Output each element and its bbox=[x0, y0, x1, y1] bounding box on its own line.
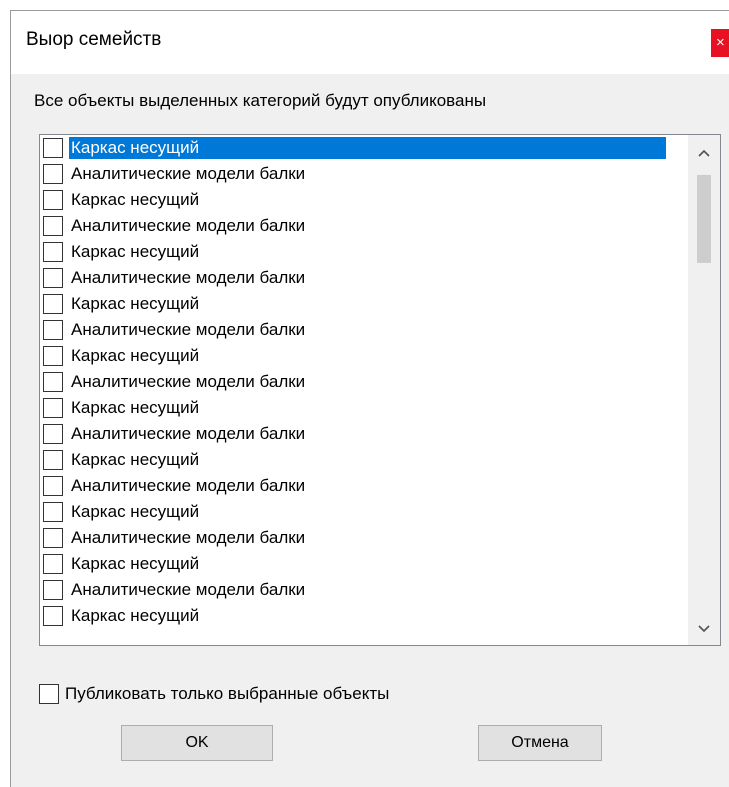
list-item-checkbox[interactable] bbox=[43, 138, 63, 158]
publish-selected-only-checkbox[interactable] bbox=[39, 684, 59, 704]
list-item[interactable]: Каркас несущий bbox=[40, 447, 203, 473]
list-item-checkbox[interactable] bbox=[43, 294, 63, 314]
list-item-label: Аналитические модели балки bbox=[71, 216, 306, 235]
list-item-label: Аналитические модели балки bbox=[71, 164, 306, 183]
publish-selected-only-option[interactable]: Публиковать только выбранные объекты bbox=[39, 684, 389, 704]
cancel-button[interactable]: Отмена bbox=[478, 725, 602, 761]
list-item[interactable]: Каркас несущий bbox=[40, 135, 666, 161]
list-item-checkbox[interactable] bbox=[43, 268, 63, 288]
list-item-label: Каркас несущий bbox=[71, 398, 200, 417]
family-selection-dialog: Выор семейств × Все объекты выделенных к… bbox=[10, 10, 729, 787]
list-item[interactable]: Каркас несущий bbox=[40, 343, 203, 369]
list-item-checkbox[interactable] bbox=[43, 242, 63, 262]
list-item-checkbox[interactable] bbox=[43, 346, 63, 366]
list-item-checkbox[interactable] bbox=[43, 372, 63, 392]
category-list[interactable]: Каркас несущий Аналитические модели балки… bbox=[39, 134, 721, 646]
list-item-label: Аналитические модели балки bbox=[71, 268, 306, 287]
list-item[interactable]: Аналитические модели балки bbox=[40, 317, 309, 343]
list-item-label: Аналитические модели балки bbox=[71, 528, 306, 547]
list-item-label: Каркас несущий bbox=[71, 502, 200, 521]
list-item-checkbox[interactable] bbox=[43, 554, 63, 574]
close-button[interactable]: × bbox=[711, 29, 729, 57]
scroll-down-button[interactable] bbox=[688, 613, 720, 645]
list-item-label: Каркас несущий bbox=[71, 242, 200, 261]
list-item-checkbox[interactable] bbox=[43, 398, 63, 418]
list-item-label: Каркас несущий bbox=[71, 554, 200, 573]
close-icon: × bbox=[716, 34, 725, 51]
list-item[interactable]: Аналитические модели балки bbox=[40, 265, 309, 291]
list-item-label: Каркас несущий bbox=[71, 346, 200, 365]
list-item[interactable]: Каркас несущий bbox=[40, 603, 203, 629]
list-item-checkbox[interactable] bbox=[43, 476, 63, 496]
list-item-label: Каркас несущий bbox=[71, 606, 200, 625]
description-text: Все объекты выделенных категорий будут о… bbox=[34, 91, 487, 110]
list-item-checkbox[interactable] bbox=[43, 606, 63, 626]
list-item-checkbox[interactable] bbox=[43, 502, 63, 522]
list-item-checkbox[interactable] bbox=[43, 450, 63, 470]
list-item-checkbox[interactable] bbox=[43, 580, 63, 600]
list-item-label: Каркас несущий bbox=[71, 294, 200, 313]
list-item[interactable]: Аналитические модели балки bbox=[40, 369, 309, 395]
chevron-up-icon bbox=[698, 149, 710, 157]
list-item[interactable]: Каркас несущий bbox=[40, 499, 203, 525]
list-item-label: Аналитические модели балки bbox=[71, 580, 306, 599]
list-item[interactable]: Аналитические модели балки bbox=[40, 577, 309, 603]
vertical-scrollbar[interactable] bbox=[688, 135, 720, 645]
ok-button[interactable]: OK bbox=[121, 725, 273, 761]
title-bar[interactable]: Выор семейств × bbox=[11, 11, 729, 74]
list-item-label: Аналитические модели балки bbox=[71, 424, 306, 443]
list-item-label: Аналитические модели балки bbox=[71, 372, 306, 391]
list-item[interactable]: Каркас несущий bbox=[40, 551, 203, 577]
list-item[interactable]: Каркас несущий bbox=[40, 239, 203, 265]
list-item-label: Каркас несущий bbox=[71, 190, 200, 209]
list-item-checkbox[interactable] bbox=[43, 216, 63, 236]
list-item[interactable]: Каркас несущий bbox=[40, 187, 203, 213]
list-item-checkbox[interactable] bbox=[43, 164, 63, 184]
list-item[interactable]: Аналитические модели балки bbox=[40, 161, 309, 187]
scroll-thumb[interactable] bbox=[697, 175, 711, 263]
list-item[interactable]: Аналитические модели балки bbox=[40, 473, 309, 499]
list-item[interactable]: Каркас несущий bbox=[40, 291, 203, 317]
list-item[interactable]: Аналитические модели балки bbox=[40, 213, 309, 239]
list-item-checkbox[interactable] bbox=[43, 320, 63, 340]
scroll-up-button[interactable] bbox=[688, 137, 720, 169]
window-title: Выор семейств bbox=[26, 29, 162, 50]
list-item-label: Каркас несущий bbox=[69, 137, 666, 159]
list-item-label: Аналитические модели балки bbox=[71, 476, 306, 495]
list-item-checkbox[interactable] bbox=[43, 190, 63, 210]
list-item-label: Аналитические модели балки bbox=[71, 320, 306, 339]
list-item[interactable]: Аналитические модели балки bbox=[40, 525, 309, 551]
list-item[interactable]: Аналитические модели балки bbox=[40, 421, 309, 447]
publish-selected-only-label: Публиковать только выбранные объекты bbox=[65, 684, 390, 703]
chevron-down-icon bbox=[698, 625, 710, 633]
list-item-checkbox[interactable] bbox=[43, 424, 63, 444]
list-item[interactable]: Каркас несущий bbox=[40, 395, 203, 421]
list-item-checkbox[interactable] bbox=[43, 528, 63, 548]
list-item-label: Каркас несущий bbox=[71, 450, 200, 469]
